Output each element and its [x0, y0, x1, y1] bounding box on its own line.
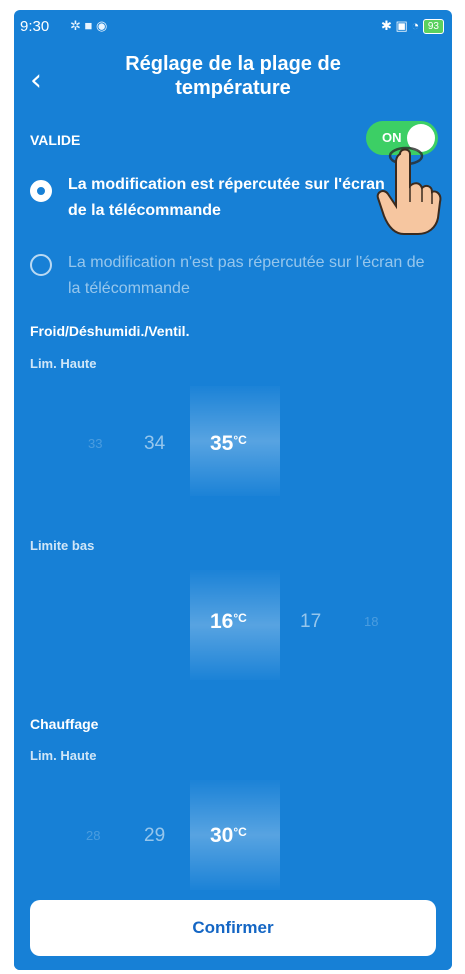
status-time: 9:30 — [20, 18, 50, 35]
cool-high-option[interactable]: 34 — [144, 433, 165, 455]
cool-low-option[interactable]: 18 — [364, 614, 378, 629]
heat-section-title: Chauffage — [30, 716, 99, 732]
bluetooth-icon: ✱ — [380, 18, 392, 33]
page-title: Réglage de la plage de température — [125, 53, 341, 99]
option-not-reflected-label[interactable]: La modification n'est pas répercutée sur… — [68, 250, 438, 302]
radio-reflected[interactable] — [30, 180, 52, 202]
cool-high-limit-label: Lim. Haute — [30, 356, 97, 371]
status-notification-icons: ✲ ■ ◉ — [70, 18, 108, 33]
wifi-icon: ◔ — [411, 18, 420, 33]
option-reflected-label[interactable]: La modification est répercutée sur l'écr… — [68, 172, 388, 224]
chevron-left-icon: ‹ — [30, 63, 42, 98]
confirm-button[interactable]: Confirmer — [30, 900, 436, 956]
app-screen: 9:30 ✲ ■ ◉ ✱ ▣ ◔ 93 ‹ Réglage de la plag… — [14, 10, 452, 970]
cool-high-option[interactable]: 33 — [88, 436, 102, 451]
heat-high-option[interactable]: 29 — [144, 825, 165, 847]
heat-high-selected-value[interactable]: 30°C — [210, 824, 247, 848]
heat-high-option[interactable]: 28 — [86, 828, 100, 843]
cool-section-title: Froid/Déshumidi./Ventil. — [30, 323, 190, 339]
status-bar: 9:30 ✲ ■ ◉ ✱ ▣ ◔ 93 — [14, 10, 452, 46]
radio-not-reflected[interactable] — [30, 254, 52, 276]
battery-icon: 93 — [422, 19, 444, 35]
heat-high-limit-label: Lim. Haute — [30, 748, 97, 763]
cool-low-limit-label: Limite bas — [30, 538, 95, 553]
valide-label: VALIDE — [30, 132, 81, 148]
cool-low-option[interactable]: 17 — [300, 611, 321, 633]
toggle-state-label: ON — [382, 130, 402, 145]
cool-low-selected-value[interactable]: 16°C — [210, 610, 247, 634]
cool-high-selected-value[interactable]: 35°C — [210, 432, 247, 456]
back-button[interactable]: ‹ — [30, 66, 42, 96]
status-system-icons: ✱ ▣ ◔ 93 — [380, 18, 444, 35]
vibrate-icon: ▣ — [395, 18, 408, 33]
